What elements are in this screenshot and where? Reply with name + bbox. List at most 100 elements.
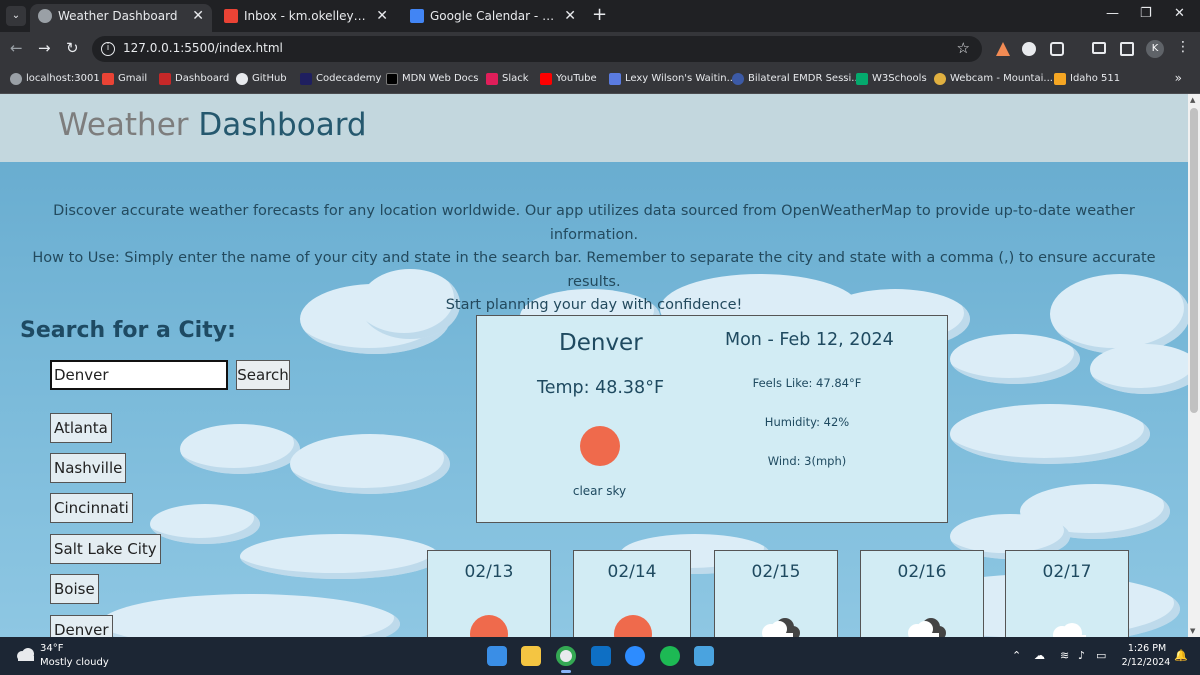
- more-bookmarks-icon[interactable]: »: [1175, 71, 1182, 85]
- dashboard-icon: [159, 73, 171, 85]
- history-button-salt-lake-city[interactable]: Salt Lake City: [50, 534, 161, 564]
- bookmark-localhost[interactable]: localhost:3001: [10, 72, 100, 86]
- tab-google-calendar[interactable]: Google Calendar - Week of Feb ✕: [402, 4, 584, 32]
- cloud-icon[interactable]: [14, 647, 36, 661]
- bookmark-label: Codecademy: [316, 73, 382, 84]
- search-heading: Search for a City:: [20, 318, 236, 343]
- cloud-icon: [1053, 623, 1086, 637]
- title-dashboard: Dashboard: [198, 107, 367, 143]
- onedrive-icon[interactable]: ☁: [1034, 649, 1045, 662]
- history-button-boise[interactable]: Boise: [50, 574, 99, 604]
- active-app-indicator: [561, 670, 571, 673]
- chevron-up-icon[interactable]: ⌃: [1012, 649, 1021, 662]
- vscode-icon[interactable]: [591, 646, 611, 666]
- bookmark-label: MDN Web Docs: [402, 73, 479, 84]
- bookmark-webcam[interactable]: Webcam - Mountai...: [934, 72, 1053, 86]
- browser-tab-strip: ⌄ Weather Dashboard ✕ Inbox - km.okelley…: [0, 0, 1200, 32]
- bookmark-gmail[interactable]: Gmail: [102, 72, 147, 86]
- site-info-icon[interactable]: i: [101, 42, 115, 56]
- cloud-decoration: [1090, 344, 1188, 394]
- new-tab-button[interactable]: +: [592, 5, 607, 25]
- tab-weather-dashboard[interactable]: Weather Dashboard ✕: [30, 4, 212, 32]
- cloud-decoration: [950, 404, 1150, 464]
- bookmark-label: Webcam - Mountai...: [950, 73, 1053, 84]
- extension-icon[interactable]: [996, 42, 1010, 56]
- notepad-icon[interactable]: [694, 646, 714, 666]
- spotify-icon[interactable]: [660, 646, 680, 666]
- reload-icon[interactable]: ↻: [66, 40, 79, 56]
- more-menu-icon[interactable]: ⋮: [1176, 39, 1190, 55]
- taskbar-weather-temp[interactable]: 34°F: [40, 643, 63, 654]
- history-button-cincinnati[interactable]: Cincinnati: [50, 493, 133, 523]
- back-arrow-icon[interactable]: ←: [10, 40, 23, 56]
- window-close-icon[interactable]: ✕: [1174, 6, 1185, 21]
- wifi-icon[interactable]: ≋: [1060, 649, 1069, 662]
- file-explorer-icon[interactable]: [521, 646, 541, 666]
- bookmark-label: YouTube: [556, 73, 597, 84]
- forecast-card: 02/14: [573, 550, 691, 637]
- bookmark-github[interactable]: GitHub: [236, 72, 287, 86]
- taskbar-weather-condition[interactable]: Mostly cloudy: [40, 657, 109, 668]
- history-button-atlanta[interactable]: Atlanta: [50, 413, 112, 443]
- extensions-puzzle-icon[interactable]: [1050, 42, 1064, 56]
- side-panel-icon[interactable]: [1120, 42, 1134, 56]
- scrollbar-thumb[interactable]: [1190, 108, 1198, 413]
- sun-icon: [580, 426, 620, 466]
- start-icon[interactable]: [487, 646, 507, 666]
- restore-icon[interactable]: ❐: [1140, 6, 1152, 21]
- bookmarks-bar: localhost:3001 Gmail Dashboard GitHub Co…: [0, 66, 1200, 94]
- bookmark-slack[interactable]: Slack: [486, 72, 529, 86]
- notification-bell-icon[interactable]: 🔔: [1174, 649, 1188, 662]
- taskbar-time[interactable]: 1:26 PM: [1124, 643, 1170, 654]
- bookmark-emdr[interactable]: Bilateral EMDR Sessi...: [732, 72, 861, 86]
- city-search-input[interactable]: [50, 360, 228, 390]
- url-text[interactable]: 127.0.0.1:5500/index.html: [123, 41, 283, 55]
- bookmark-idaho-511[interactable]: Idaho 511: [1054, 72, 1120, 86]
- forecast-date: 02/13: [464, 562, 514, 582]
- page-scrollbar[interactable]: ▲ ▼: [1188, 94, 1200, 637]
- calendar-icon: [410, 9, 424, 23]
- w3schools-icon: [856, 73, 868, 85]
- minimize-icon[interactable]: —: [1106, 6, 1119, 21]
- bookmark-w3schools[interactable]: W3Schools: [856, 72, 927, 86]
- github-icon: [236, 73, 248, 85]
- taskbar-date[interactable]: 2/12/2024: [1120, 657, 1172, 668]
- feels-like: Feels Like: 47.84°F: [752, 376, 862, 390]
- bookmark-star-icon[interactable]: ☆: [957, 39, 970, 57]
- bookmark-label: Dashboard: [175, 73, 230, 84]
- battery-icon[interactable]: ▭: [1096, 649, 1106, 662]
- scroll-down-icon[interactable]: ▼: [1190, 627, 1195, 635]
- volume-icon[interactable]: ♪: [1078, 649, 1085, 662]
- close-icon[interactable]: ✕: [564, 4, 576, 28]
- bookmark-mdn[interactable]: MDN Web Docs: [386, 72, 479, 86]
- tab-search-icon[interactable]: ⌄: [6, 6, 26, 26]
- forward-arrow-icon[interactable]: →: [38, 40, 51, 56]
- current-date: Mon - Feb 12, 2024: [725, 330, 894, 350]
- zoom-icon[interactable]: [625, 646, 645, 666]
- profile-avatar[interactable]: K: [1146, 40, 1164, 58]
- cloud-decoration: [950, 334, 1080, 384]
- history-button-denver[interactable]: Denver: [50, 615, 113, 637]
- bookmark-codecademy[interactable]: Codecademy: [300, 72, 381, 86]
- bookmark-lexy-wilson[interactable]: Lexy Wilson's Waitin...: [609, 72, 736, 86]
- chrome-icon[interactable]: [556, 646, 576, 666]
- history-button-nashville[interactable]: Nashville: [50, 453, 127, 483]
- extension-icon[interactable]: [1022, 42, 1036, 56]
- forecast-card: 02/16: [860, 550, 984, 637]
- bookmark-label: W3Schools: [872, 73, 927, 84]
- cloud-decoration: [150, 504, 260, 544]
- close-icon[interactable]: ✕: [192, 4, 204, 28]
- search-button[interactable]: Search: [236, 360, 290, 390]
- close-icon[interactable]: ✕: [376, 4, 388, 28]
- cloud-icon: [908, 618, 946, 637]
- globe-icon: [38, 9, 52, 23]
- bookmark-youtube[interactable]: YouTube: [540, 72, 597, 86]
- address-bar[interactable]: i 127.0.0.1:5500/index.html ☆: [92, 36, 982, 62]
- wind: Wind: 3(mph): [767, 454, 847, 468]
- tab-gmail-inbox[interactable]: Inbox - km.okelley89@gmail.com ✕: [216, 4, 396, 32]
- title-weather: Weather: [58, 107, 189, 143]
- bookmark-dashboard[interactable]: Dashboard: [159, 72, 229, 86]
- scroll-up-icon[interactable]: ▲: [1190, 96, 1195, 104]
- bookmark-label: Bilateral EMDR Sessi...: [748, 73, 861, 84]
- cast-icon[interactable]: [1092, 42, 1106, 54]
